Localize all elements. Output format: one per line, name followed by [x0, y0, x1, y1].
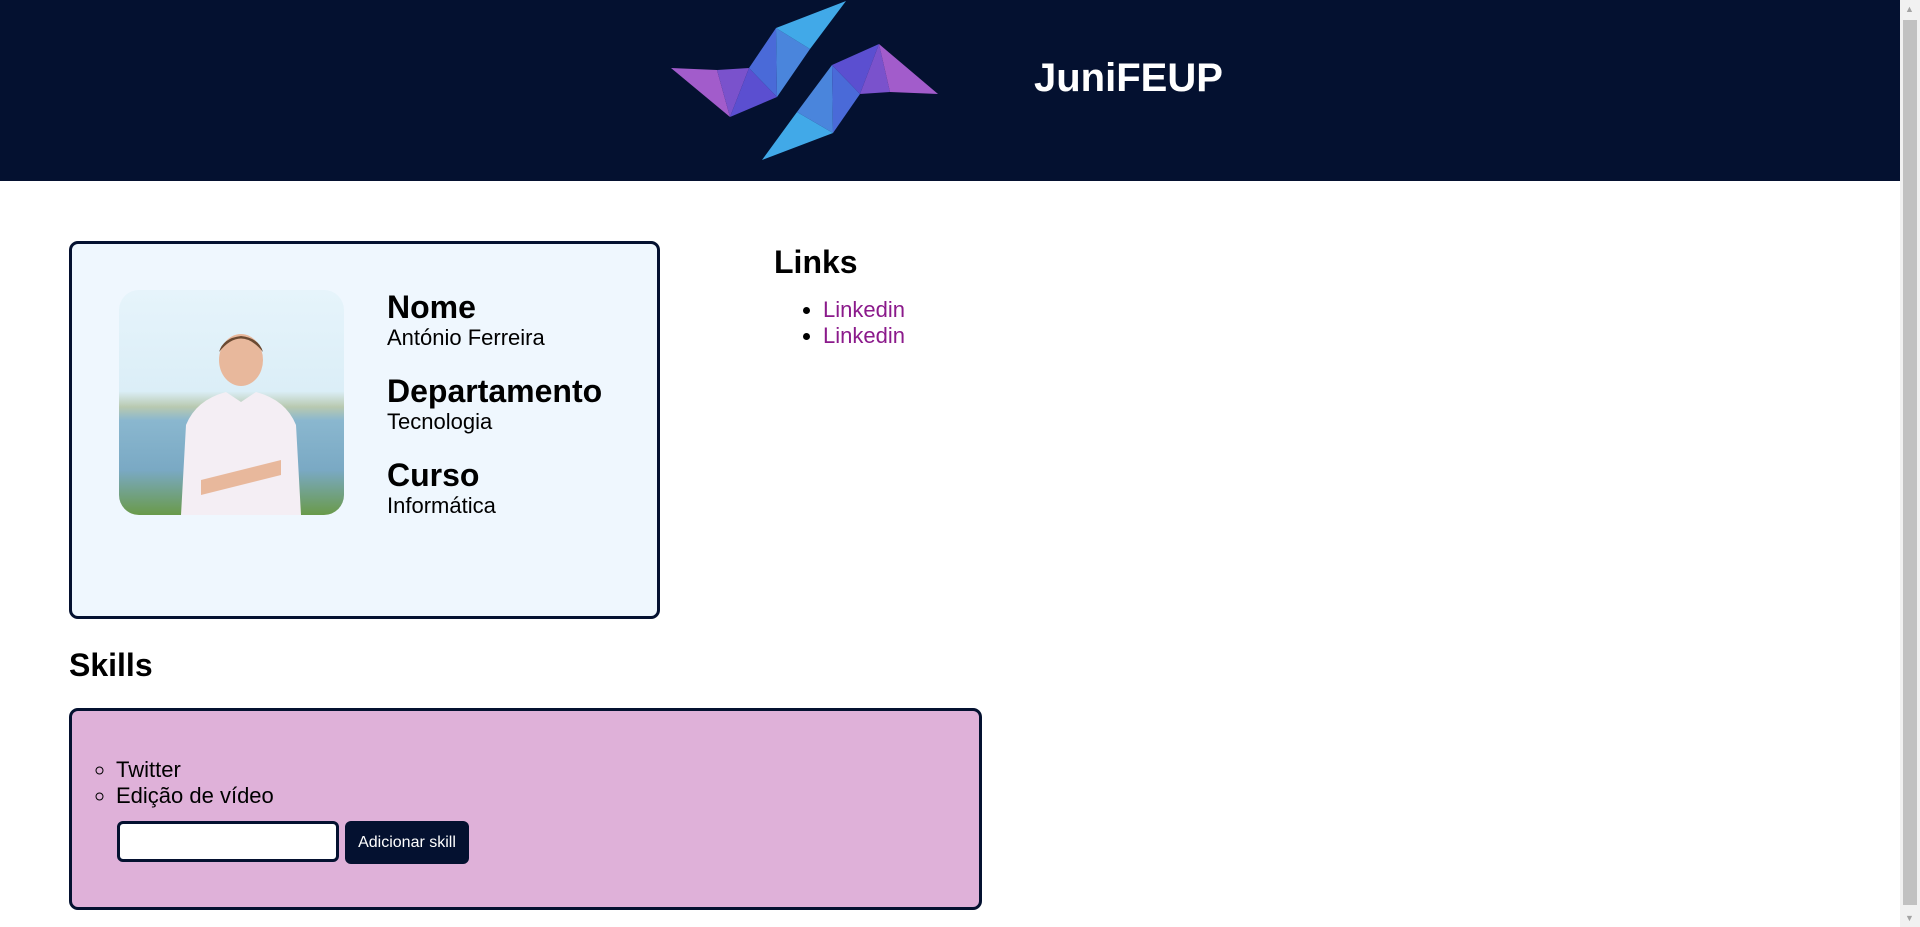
brand-title: JuniFEUP [1034, 56, 1223, 100]
linkedin-link[interactable]: Linkedin [823, 297, 905, 322]
skills-card: Twitter Edição de vídeo Adicionar skill [69, 708, 982, 910]
name-value: António Ferreira [387, 325, 545, 350]
links-title: Links [774, 244, 858, 280]
skill-item: Twitter [116, 757, 979, 783]
add-skill-button[interactable]: Adicionar skill [345, 821, 469, 864]
profile-photo [119, 290, 344, 515]
profile-info: Nome António Ferreira Departamento Tecno… [387, 289, 602, 541]
links-list: Linkedin Linkedin [774, 297, 905, 349]
scroll-down-icon[interactable]: ▼ [1905, 913, 1914, 923]
department-label: Departamento [387, 373, 603, 409]
department-value: Tecnologia [387, 409, 493, 434]
linkedin-link[interactable]: Linkedin [823, 323, 905, 348]
person-image [181, 334, 301, 515]
list-item: Linkedin [823, 323, 905, 349]
site-header: JuniFEUP [0, 0, 1900, 181]
skills-title: Skills [69, 647, 153, 683]
course-label: Curso [387, 457, 480, 493]
profile-card: Nome António Ferreira Departamento Tecno… [69, 241, 660, 619]
links-section: Links Linkedin Linkedin [774, 243, 905, 349]
list-item: Linkedin [823, 297, 905, 323]
name-label: Nome [387, 289, 476, 325]
junifeup-logo [671, 1, 938, 160]
scroll-up-icon[interactable]: ▲ [1905, 4, 1914, 14]
add-skill-form: Adicionar skill [117, 821, 469, 864]
scrollbar-thumb[interactable] [1903, 20, 1917, 905]
skill-input[interactable] [117, 821, 339, 862]
skill-item: Edição de vídeo [116, 783, 979, 809]
skills-list: Twitter Edição de vídeo [72, 757, 979, 809]
course-value: Informática [387, 493, 496, 518]
scrollbar[interactable]: ▲ ▼ [1900, 0, 1920, 927]
